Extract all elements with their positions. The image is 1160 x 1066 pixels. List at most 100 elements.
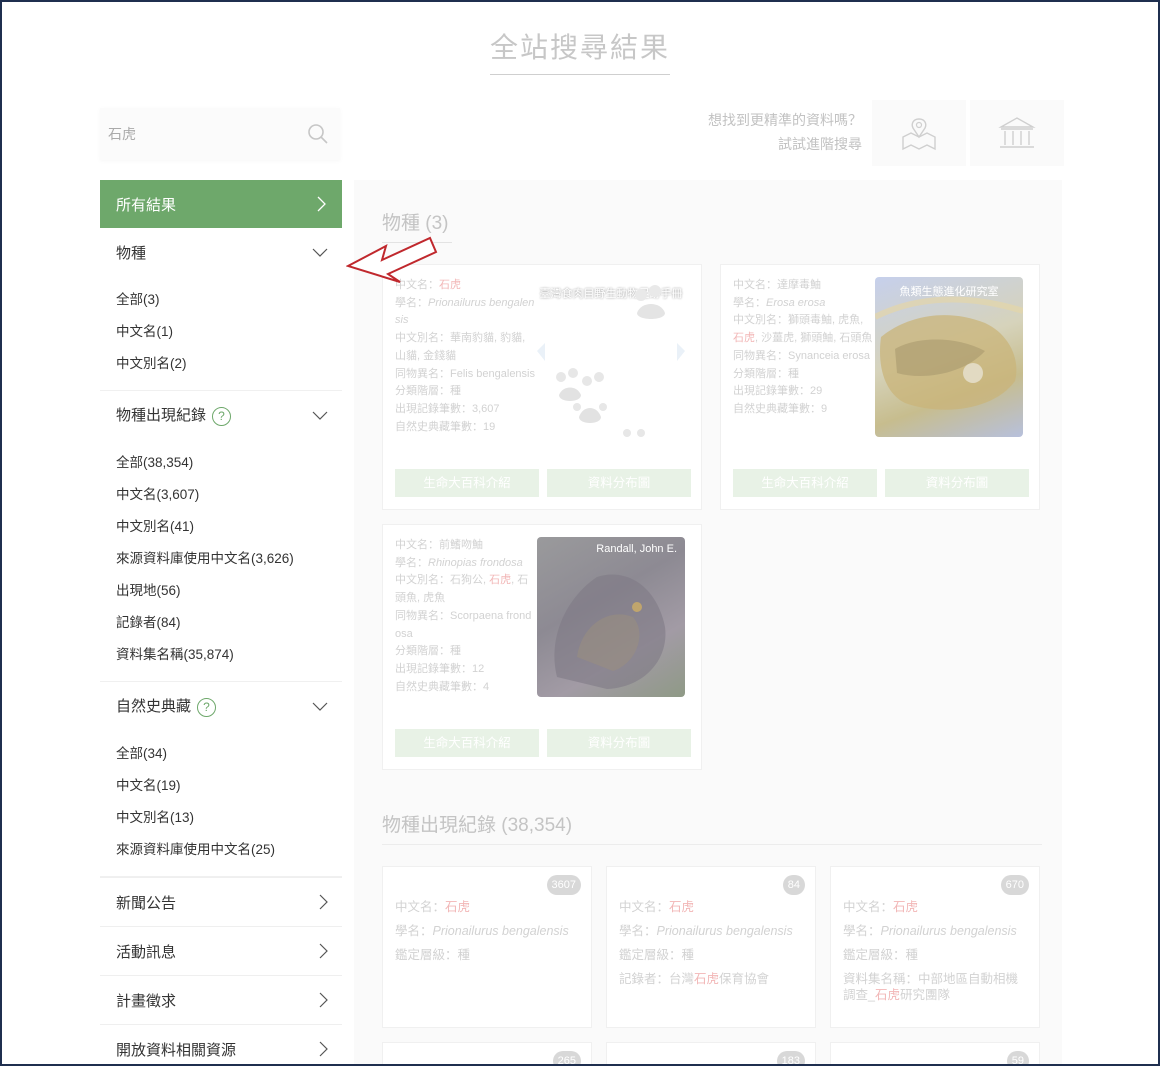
species-alias: 中文別名：華南豹貓, 豹貓, 山貓, 金錢貓 <box>395 332 526 362</box>
filter-occurrence-source-name[interactable]: 來源資料庫使用中文名(3,626) <box>116 543 342 575</box>
species-card[interactable]: 中文名：石虎 學名：Prionailurus bengalensis 中文別名：… <box>382 264 702 510</box>
museum-search-button[interactable] <box>970 100 1064 166</box>
species-photo[interactable]: Randall, John E. <box>537 537 685 697</box>
distribution-map-button[interactable]: 資料分布圖 <box>547 469 691 497</box>
occ-sci-row: 學名：Prionailurus bengalensis <box>395 924 569 938</box>
species-sci-row: 學名：Erosa erosa <box>733 296 826 309</box>
occurrence-card[interactable]: 3607 中文名：石虎 學名：Prionailurus bengalensis … <box>382 866 592 1028</box>
fish-image <box>875 296 1023 410</box>
advanced-search-line1: 想找到更精準的資料嗎？ <box>708 112 862 128</box>
species-card[interactable]: 中文名：前鰭吻鮋 學名：Rhinopias frondosa 中文別名：石狗公,… <box>382 524 702 770</box>
filter-species-alias[interactable]: 中文別名(2) <box>116 348 342 380</box>
filter-occurrence-cn[interactable]: 中文名(3,607) <box>116 479 342 511</box>
species-sci-row: 學名：Prionailurus bengalensis <box>395 296 535 327</box>
occ-rank: 鑑定層級：種 <box>843 948 919 962</box>
species-sci-row: 學名：Rhinopias frondosa <box>395 556 523 569</box>
advanced-search-text[interactable]: 想找到更精準的資料嗎？ 試試進階搜尋 <box>692 108 862 156</box>
sidebar-item-all-results[interactable]: 所有結果 <box>100 180 342 228</box>
sidebar-item-label: 自然史典藏? <box>116 695 217 717</box>
species-collection-count: 自然史典藏筆數：4 <box>395 680 490 693</box>
occurrence-section-title: 物種出現紀錄 (38,354) <box>382 815 573 836</box>
sidebar-item-label: 活動訊息 <box>116 943 177 961</box>
encyclopedia-button[interactable]: 生命大百科介紹 <box>395 729 539 757</box>
filter-occurrence-dataset[interactable]: 資料集名稱(35,874) <box>116 639 342 671</box>
filter-species-all[interactable]: 全部(3) <box>116 284 342 316</box>
occurrence-card[interactable]: 670 中文名：石虎 學名：Prionailurus bengalensis 鑑… <box>830 866 1040 1028</box>
occurrence-card-meta: 中文名：石虎 學名：Prionailurus bengalensis 鑑定層級：… <box>395 899 575 963</box>
advanced-search-line2: 試試進階搜尋 <box>778 136 862 152</box>
species-synonym: 同物異名：Felis bengalensis <box>395 367 535 380</box>
search-input[interactable] <box>108 122 298 146</box>
count-badge: 3607 <box>546 875 581 895</box>
occurrence-card[interactable]: 265 <box>382 1042 592 1064</box>
species-synonym: 同物異名：Scorpaena frondosa <box>395 609 532 640</box>
sidebar-item-label: 所有結果 <box>116 196 177 214</box>
filter-occurrence-all[interactable]: 全部(38,354) <box>116 447 342 479</box>
species-occurrence-count: 出現記錄筆數：3,607 <box>395 402 500 415</box>
occ-sci-row: 學名：Prionailurus bengalensis <box>619 924 793 938</box>
filter-occurrence-alias[interactable]: 中文別名(41) <box>116 511 342 543</box>
filter-species-cn[interactable]: 中文名(1) <box>116 316 342 348</box>
annotation-arrow-icon <box>346 236 438 283</box>
species-rank: 分類階層：種 <box>733 367 799 380</box>
count-badge: 265 <box>552 1051 581 1064</box>
occurrence-card[interactable]: 84 中文名：石虎 學名：Prionailurus bengalensis 鑑定… <box>606 866 816 1028</box>
sidebar: 所有結果 物種 全部(3) 中文名(1) 中文別名(2) 物種出現紀錄? 全部(… <box>100 180 342 1064</box>
occurrence-card[interactable]: 59 <box>830 1042 1040 1064</box>
search-box <box>100 108 340 160</box>
occurrence-card[interactable]: 183 <box>606 1042 816 1064</box>
encyclopedia-button[interactable]: 生命大百科介紹 <box>733 469 877 497</box>
distribution-map-button[interactable]: 資料分布圖 <box>547 729 691 757</box>
sidebar-item-label: 計畫徵求 <box>116 992 177 1010</box>
results-panel: 物種 (3) 中文名：石虎 學名：Prionailurus bengalensi… <box>354 180 1062 1064</box>
fish-image <box>554 574 666 689</box>
occ-cn-row: 中文名：石虎 <box>619 900 695 914</box>
species-cn-row: 中文名：前鰭吻鮋 <box>395 539 483 551</box>
filter-collection-cn[interactable]: 中文名(19) <box>116 770 342 802</box>
filter-collection-alias[interactable]: 中文別名(13) <box>116 802 342 834</box>
search-icon[interactable] <box>306 122 330 146</box>
chevron-down-icon <box>312 248 328 257</box>
section-underline <box>382 844 1042 845</box>
species-rank: 分類階層：種 <box>395 645 461 658</box>
chevron-right-icon <box>319 992 328 1008</box>
sidebar-item-occurrence[interactable]: 物種出現紀錄? <box>100 391 342 439</box>
species-filter-list: 全部(3) 中文名(1) 中文別名(2) <box>100 276 342 391</box>
filter-occurrence-locality[interactable]: 出現地(56) <box>116 575 342 607</box>
page-title: 全站搜尋結果 <box>2 26 1158 75</box>
map-search-button[interactable] <box>872 100 966 166</box>
sidebar-item-label: 開放資料相關資源 <box>116 1041 237 1059</box>
help-icon[interactable]: ? <box>212 407 232 426</box>
filter-occurrence-recorder[interactable]: 記錄者(84) <box>116 607 342 639</box>
count-badge: 670 <box>1000 875 1029 895</box>
chevron-right-icon <box>319 1041 328 1057</box>
count-badge: 59 <box>1006 1051 1029 1064</box>
occurrence-filter-list: 全部(38,354) 中文名(3,607) 中文別名(41) 來源資料庫使用中文… <box>100 439 342 682</box>
distribution-map-button[interactable]: 資料分布圖 <box>885 469 1029 497</box>
sidebar-item-species[interactable]: 物種 <box>100 228 342 276</box>
help-icon[interactable]: ? <box>197 698 217 717</box>
species-card[interactable]: 中文名：達摩毒鮋 學名：Erosa erosa 中文別名：獅頭毒鮋, 虎魚, 石… <box>720 264 1040 510</box>
map-search-icon <box>902 118 936 151</box>
species-card-meta: 中文名：前鰭吻鮋 學名：Rhinopias frondosa 中文別名：石狗公,… <box>395 537 537 696</box>
species-photo[interactable]: 魚類生態進化研究室 <box>875 277 1023 437</box>
sidebar-item-events[interactable]: 活動訊息 <box>100 926 342 975</box>
sidebar-item-label: 新聞公告 <box>116 894 177 912</box>
filter-collection-source-name[interactable]: 來源資料庫使用中文名(25) <box>116 834 342 866</box>
species-card-meta: 中文名：達摩毒鮋 學名：Erosa erosa 中文別名：獅頭毒鮋, 虎魚, 石… <box>733 277 875 419</box>
species-alias: 中文別名：獅頭毒鮋, 虎魚, 石虎, 沙薑虎, 獅頭鮋, 石頭魚 <box>733 314 873 345</box>
advanced-search: 想找到更精準的資料嗎？ 試試進階搜尋 <box>692 100 1064 166</box>
sidebar-item-label: 物種出現紀錄? <box>116 404 232 426</box>
occ-rank: 鑑定層級：種 <box>619 948 695 962</box>
sidebar-item-calls[interactable]: 計畫徵求 <box>100 975 342 1024</box>
encyclopedia-button[interactable]: 生命大百科介紹 <box>395 469 539 497</box>
chevron-right-icon <box>319 894 328 910</box>
occurrence-card-meta: 中文名：石虎 學名：Prionailurus bengalensis 鑑定層級：… <box>843 899 1023 1003</box>
sidebar-item-news[interactable]: 新聞公告 <box>100 877 342 926</box>
sidebar-item-open-data[interactable]: 開放資料相關資源 <box>100 1024 342 1064</box>
sidebar-item-collection[interactable]: 自然史典藏? <box>100 682 342 730</box>
species-photo[interactable]: 臺灣食肉目野生動物足跡手冊 <box>537 277 685 437</box>
count-badge: 84 <box>782 875 805 895</box>
filter-collection-all[interactable]: 全部(34) <box>116 738 342 770</box>
species-cn-row: 中文名：達摩毒鮋 <box>733 279 821 291</box>
